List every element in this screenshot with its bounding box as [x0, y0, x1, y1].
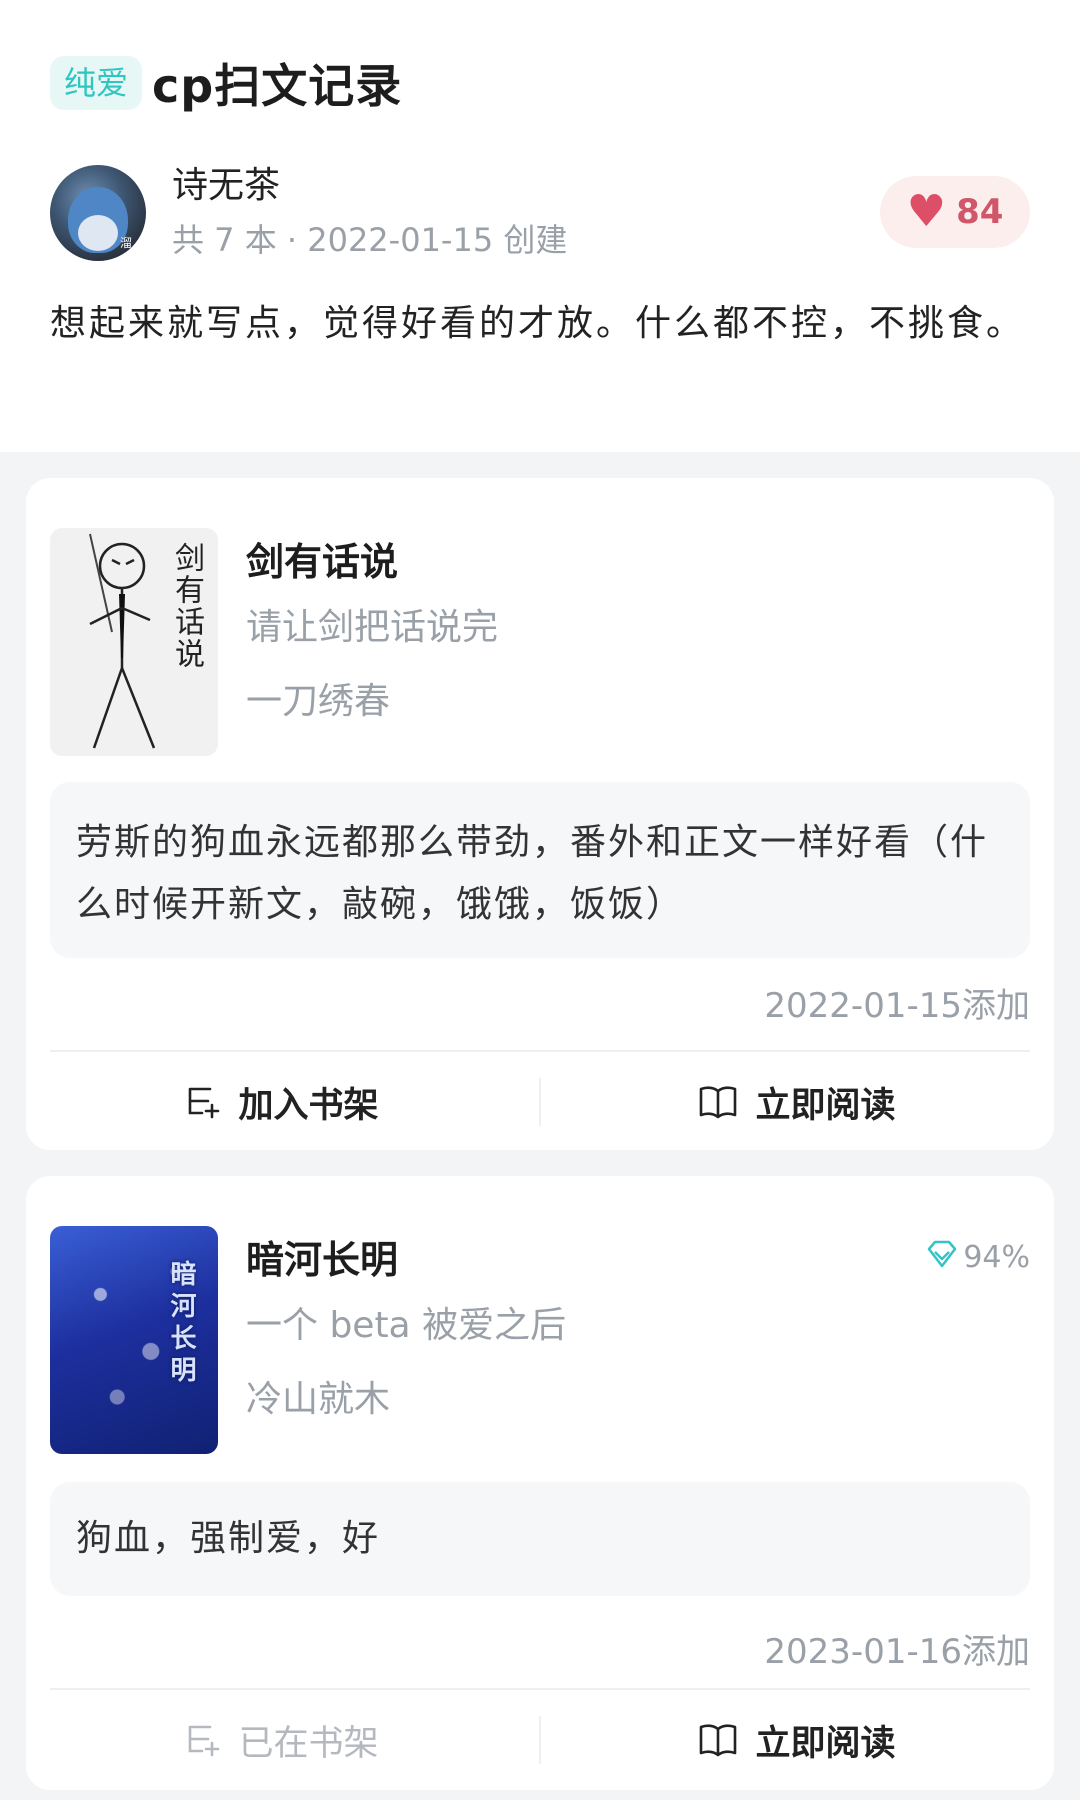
open-book-icon	[699, 1723, 737, 1757]
read-now-label: 立即阅读	[755, 1723, 896, 1764]
diamond-icon	[927, 1240, 957, 1275]
book-cover[interactable]: 暗河长明	[50, 1226, 218, 1454]
added-date: 2022-01-15添加	[764, 986, 1030, 1026]
add-shelf-icon	[186, 1085, 220, 1119]
book-title[interactable]: 暗河长明	[246, 1226, 1030, 1294]
card-actions: 加入书架 立即阅读	[26, 1054, 1054, 1150]
book-row: 剑有话说 剑有话说 请让剑把话说完 一刀绣春	[50, 528, 1030, 758]
add-shelf-icon	[186, 1723, 220, 1757]
book-row: 暗河长明 暗河长明 一个 beta 被爱之后 冷山就木 94%	[50, 1226, 1030, 1456]
list-header: 纯爱 cp扫文记录 溜 诗无茶 共 7 本 · 2022-01-15 创建 ♥ …	[0, 0, 1080, 452]
added-date: 2023-01-16添加	[764, 1632, 1030, 1672]
review-text: 劳斯的狗血永远都那么带劲，番外和正文一样好看（什么时候开新文，敲碗，饿饿，饭饭）	[50, 782, 1030, 958]
read-now-button[interactable]: 立即阅读	[541, 1054, 1054, 1150]
rating-badge: 94%	[927, 1240, 1030, 1275]
category-tag[interactable]: 纯爱	[50, 55, 143, 111]
review-text: 狗血，强制爱，好	[50, 1482, 1030, 1596]
book-author[interactable]: 冷山就木	[246, 1366, 1030, 1434]
like-count: 84	[956, 192, 1004, 232]
book-cover[interactable]: 剑有话说	[50, 528, 218, 756]
add-to-shelf-label: 加入书架	[238, 1085, 379, 1126]
book-author[interactable]: 一刀绣春	[246, 668, 1030, 736]
avatar-stamp: 溜	[119, 235, 132, 250]
list-meta: 共 7 本 · 2022-01-15 创建	[172, 221, 568, 260]
card-actions: 已在书架 立即阅读	[26, 1692, 1054, 1788]
like-button[interactable]: ♥ 84	[880, 176, 1030, 248]
heart-icon: ♥	[906, 186, 947, 237]
book-card[interactable]: 暗河长明 暗河长明 一个 beta 被爱之后 冷山就木 94% 狗血，强制爱，好…	[26, 1176, 1054, 1790]
read-now-button[interactable]: 立即阅读	[541, 1692, 1054, 1788]
book-info: 剑有话说 请让剑把话说完 一刀绣春	[246, 528, 1030, 736]
author-name[interactable]: 诗无茶	[172, 164, 567, 207]
cover-title: 剑有话说	[169, 542, 204, 670]
book-card[interactable]: 剑有话说 剑有话说 请让剑把话说完 一刀绣春 劳斯的狗血永远都那么带劲，番外和正…	[26, 478, 1054, 1150]
list-description: 想起来就写点，觉得好看的才放。什么都不控，不挑食。	[50, 303, 1026, 345]
avatar[interactable]: 溜	[50, 164, 146, 261]
page-title: cp扫文记录	[152, 59, 403, 113]
avatar-figure-face	[78, 214, 118, 251]
read-now-label: 立即阅读	[755, 1085, 896, 1126]
book-subtitle: 请让剑把话说完	[246, 607, 499, 648]
rating-value: 94%	[963, 1240, 1030, 1275]
open-book-icon	[699, 1085, 737, 1119]
title-row: 纯爱 cp扫文记录	[50, 52, 1030, 114]
book-info: 暗河长明 一个 beta 被爱之后 冷山就木 94%	[246, 1226, 1030, 1434]
author-row: 溜 诗无茶 共 7 本 · 2022-01-15 创建 ♥ 84	[50, 164, 1030, 261]
cover-title: 暗河长明	[166, 1260, 196, 1388]
book-title[interactable]: 剑有话说	[246, 528, 1030, 596]
in-shelf-label: 已在书架	[238, 1723, 379, 1764]
book-subtitle: 一个 beta 被爱之后	[246, 1305, 567, 1346]
in-shelf-button[interactable]: 已在书架	[26, 1692, 539, 1788]
divider	[50, 1688, 1030, 1690]
add-to-shelf-button[interactable]: 加入书架	[26, 1054, 539, 1150]
divider	[50, 1050, 1030, 1052]
author-info: 诗无茶 共 7 本 · 2022-01-15 创建	[172, 164, 567, 261]
